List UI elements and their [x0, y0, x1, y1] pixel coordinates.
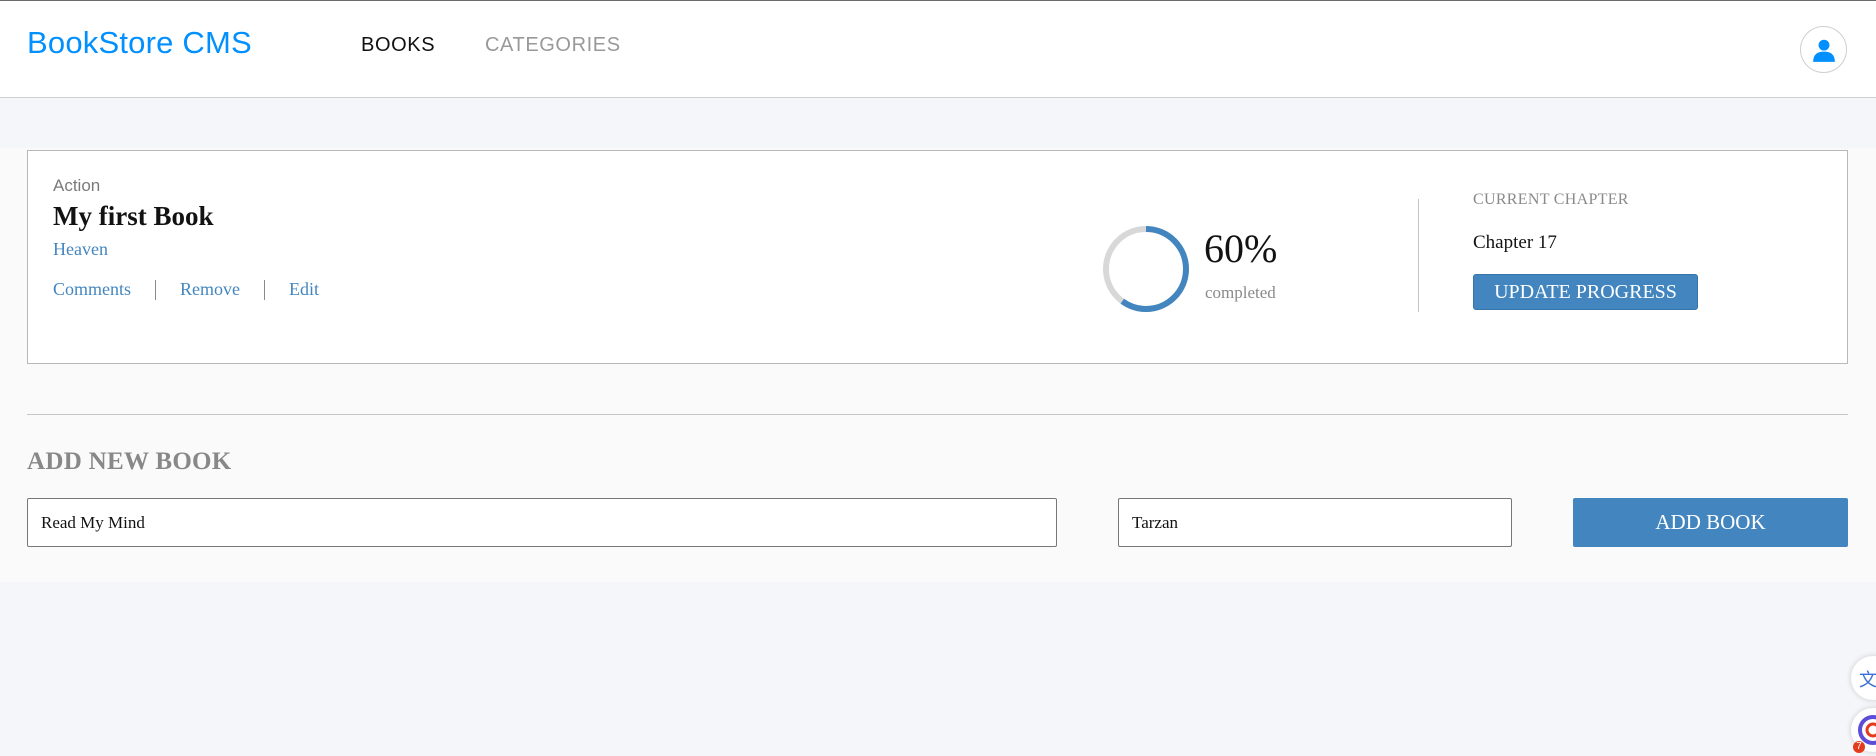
comments-button[interactable]: Comments	[53, 279, 131, 300]
book-title-input[interactable]	[27, 498, 1057, 547]
add-book-heading: ADD NEW BOOK	[27, 448, 232, 475]
current-chapter-value: Chapter 17	[1473, 232, 1557, 253]
book-author: Heaven	[53, 239, 108, 259]
book-actions: Comments Remove Edit	[53, 279, 319, 300]
extension-badge: 7	[1853, 741, 1865, 753]
progress-ring	[1103, 226, 1189, 312]
divider	[264, 279, 266, 300]
top-navbar: BookStore CMS BOOKS CATEGORIES	[0, 0, 1876, 98]
progress-percent: 60%	[1204, 226, 1278, 271]
book-title: My first Book	[53, 201, 214, 231]
book-card: Action My first Book Heaven Comments Rem…	[27, 150, 1848, 364]
user-avatar-button[interactable]	[1800, 26, 1847, 73]
remove-button[interactable]: Remove	[180, 279, 240, 300]
current-chapter-label: CURRENT CHAPTER	[1473, 191, 1629, 208]
divider	[27, 414, 1848, 415]
book-category-input[interactable]	[1118, 498, 1512, 547]
divider	[155, 279, 157, 300]
nav-categories-link[interactable]: CATEGORIES	[485, 34, 621, 57]
app-logo[interactable]: BookStore CMS	[27, 25, 252, 61]
update-progress-button[interactable]: UPDATE PROGRESS	[1473, 274, 1698, 310]
edit-button[interactable]: Edit	[289, 279, 319, 300]
translate-float-button[interactable]: 文	[1851, 656, 1876, 700]
add-book-button[interactable]: ADD BOOK	[1573, 498, 1848, 547]
book-genre: Action	[53, 176, 101, 195]
translate-icon: 文	[1859, 670, 1876, 691]
nav-books-link[interactable]: BOOKS	[361, 34, 435, 57]
divider	[1418, 199, 1419, 312]
user-icon	[1812, 39, 1835, 62]
progress-label: completed	[1205, 283, 1276, 302]
